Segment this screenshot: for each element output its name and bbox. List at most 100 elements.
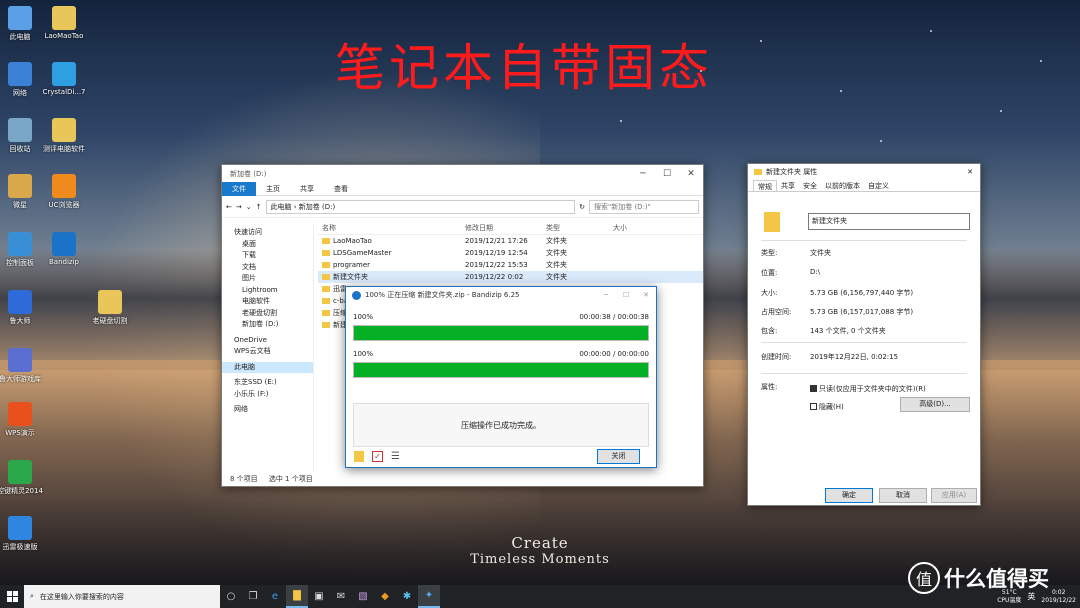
column-size[interactable]: 大小: [613, 223, 653, 234]
file-explorer-taskbar-icon[interactable]: ▇: [286, 585, 308, 608]
desktop-icon[interactable]: LaoMaoTao: [34, 6, 94, 40]
watermark-text: 什么值得买: [944, 567, 1049, 591]
file-row[interactable]: programer 2019/12/22 15:53 文件夹: [318, 259, 703, 271]
search-icon: ⌕: [30, 592, 34, 600]
nav-item[interactable]: 新加卷 (D:): [222, 319, 313, 331]
tab-view[interactable]: 查看: [324, 184, 358, 194]
column-name[interactable]: 名称: [318, 223, 465, 234]
tab-security[interactable]: 安全: [799, 180, 821, 191]
close-button[interactable]: 关闭: [597, 448, 640, 464]
desktop-icon[interactable]: UC浏览器: [34, 174, 94, 210]
tab-sharing[interactable]: 共享: [777, 180, 799, 191]
close-icon[interactable]: ✕: [636, 291, 656, 299]
desktop-icon[interactable]: 迅雷极速版: [0, 516, 50, 552]
folder-icon: [322, 298, 330, 304]
apply-button[interactable]: 应用(A): [931, 488, 977, 503]
minimize-icon[interactable]: ─: [631, 169, 655, 179]
desktop-icon[interactable]: 测评电脑软件: [34, 118, 94, 154]
tab-file[interactable]: 文件: [222, 181, 256, 196]
tab-customize[interactable]: 自定义: [864, 180, 893, 191]
advanced-button[interactable]: 高级(D)...: [900, 397, 970, 412]
nav-item[interactable]: 东芝SSD (E:): [222, 377, 313, 389]
desktop-icon[interactable]: 鲁大师: [0, 290, 50, 326]
open-folder-icon[interactable]: [354, 450, 364, 462]
file-row[interactable]: LDSGameMaster 2019/12/19 12:54 文件夹: [318, 247, 703, 259]
nav-item[interactable]: 文档: [222, 262, 313, 274]
nav-item[interactable]: 桌面: [222, 239, 313, 251]
refresh-icon[interactable]: ↻: [579, 203, 585, 211]
file-row[interactable]: LaoMaoTao 2019/12/21 17:26 文件夹: [318, 235, 703, 247]
nav-item[interactable]: OneDrive: [222, 335, 313, 347]
taskbar-search-input[interactable]: 在这里输入你要搜索的内容: [40, 592, 124, 602]
bandizip-titlebar[interactable]: 100% 正在压缩 新建文件夹.zip - Bandizip 6.25 ─ ☐ …: [346, 287, 656, 303]
archive-check-icon[interactable]: ✓: [372, 450, 383, 462]
breadcrumb-this-pc[interactable]: 此电脑: [271, 203, 292, 211]
windows-start-icon[interactable]: [0, 585, 24, 608]
file-type: 文件夹: [546, 249, 567, 257]
edge-icon[interactable]: e: [264, 585, 286, 608]
crystal-disk-taskbar-icon[interactable]: ✱: [396, 585, 418, 608]
nav-item[interactable]: WPS云文档: [222, 346, 313, 358]
nav-item[interactable]: 老硬盘切割: [222, 308, 313, 320]
back-arrow-icon[interactable]: ←: [226, 203, 232, 211]
task-view-icon[interactable]: ❐: [242, 585, 264, 608]
maximize-icon[interactable]: ☐: [616, 291, 636, 299]
folder-icon: [52, 6, 76, 30]
desktop-icon-label: 测评电脑软件: [43, 145, 85, 153]
cortana-icon[interactable]: ○: [220, 585, 242, 608]
properties-titlebar[interactable]: 新建文件夹 属性 ✕: [748, 164, 980, 180]
tab-home[interactable]: 主页: [256, 184, 290, 194]
store-icon[interactable]: ▣: [308, 585, 330, 608]
desktop-icon[interactable]: 老硬盘切割: [80, 290, 140, 326]
taskbar-search[interactable]: ⌕ 在这里输入你要搜索的内容: [24, 585, 220, 608]
hidden-label: 隐藏(H): [819, 403, 844, 411]
mail-icon[interactable]: ✉: [330, 585, 352, 608]
desktop-icon[interactable]: CrystalDi...7: [34, 62, 94, 96]
folder-icon: [754, 169, 762, 175]
tab-previous-versions[interactable]: 以前的版本: [821, 180, 864, 191]
explorer-title: 新加卷 (D:): [230, 169, 267, 178]
nav-item[interactable]: 电脑软件: [222, 296, 313, 308]
progress2-time: 00:00:00 / 00:00:00: [579, 350, 649, 358]
wps-presentation-icon: [8, 402, 32, 426]
explorer-titlebar[interactable]: 新加卷 (D:) ─ ☐ ✕: [222, 165, 703, 182]
nav-item[interactable]: 小乐乐 (F:): [222, 389, 313, 401]
property-value: 5.73 GB (6,157,017,088 字节): [810, 308, 914, 316]
cancel-button[interactable]: 取消: [879, 488, 927, 503]
column-date[interactable]: 修改日期: [465, 223, 546, 234]
tab-general[interactable]: 常规: [753, 180, 777, 191]
close-icon[interactable]: ✕: [679, 169, 703, 179]
maximize-icon[interactable]: ☐: [655, 169, 679, 179]
minimize-icon[interactable]: ─: [596, 291, 616, 299]
ok-button[interactable]: 确定: [825, 488, 873, 503]
file-name: programer: [333, 261, 371, 269]
tab-share[interactable]: 共享: [290, 184, 324, 194]
progress1-time: 00:00:38 / 00:00:38: [579, 313, 649, 321]
nav-item[interactable]: 此电脑: [222, 361, 313, 373]
menu-icon[interactable]: ☰: [391, 451, 400, 462]
address-bar[interactable]: 此电脑 › 新加卷 (D:): [265, 199, 576, 214]
nav-item[interactable]: 图片: [222, 273, 313, 285]
photos-icon[interactable]: ▧: [352, 585, 374, 608]
file-row[interactable]: 新建文件夹 2019/12/22 0:02 文件夹: [318, 271, 703, 283]
hidden-checkbox[interactable]: 隐藏(H): [810, 402, 844, 412]
column-type[interactable]: 类型: [546, 223, 613, 234]
forward-arrow-icon[interactable]: →: [236, 203, 242, 211]
nav-item[interactable]: 网络: [222, 404, 313, 416]
up-arrow-icon[interactable]: ↑: [256, 203, 262, 211]
breadcrumb-drive-d[interactable]: 新加卷 (D:): [299, 203, 335, 211]
nav-item[interactable]: 快速访问: [222, 227, 313, 239]
desktop-icon[interactable]: WPS演示: [0, 402, 50, 438]
chevron-down-icon[interactable]: ⌄: [246, 203, 252, 211]
close-icon[interactable]: ✕: [960, 168, 980, 176]
desktop-icon[interactable]: 鲁大师游戏库: [0, 348, 50, 384]
nav-item[interactable]: Lightroom: [222, 285, 313, 297]
search-input[interactable]: 搜索"新加卷 (D:)": [589, 199, 699, 214]
folder-name-field[interactable]: 新建文件夹: [808, 213, 970, 230]
desktop-icon[interactable]: Bandizip: [34, 232, 94, 266]
readonly-checkbox[interactable]: 只读(仅应用于文件夹中的文件)(R): [810, 384, 926, 394]
nav-item[interactable]: 下载: [222, 250, 313, 262]
bandizip-taskbar-icon[interactable]: ✦: [418, 585, 440, 608]
desktop-icon[interactable]: 控键精灵2014: [0, 460, 50, 496]
app-icon[interactable]: ◆: [374, 585, 396, 608]
